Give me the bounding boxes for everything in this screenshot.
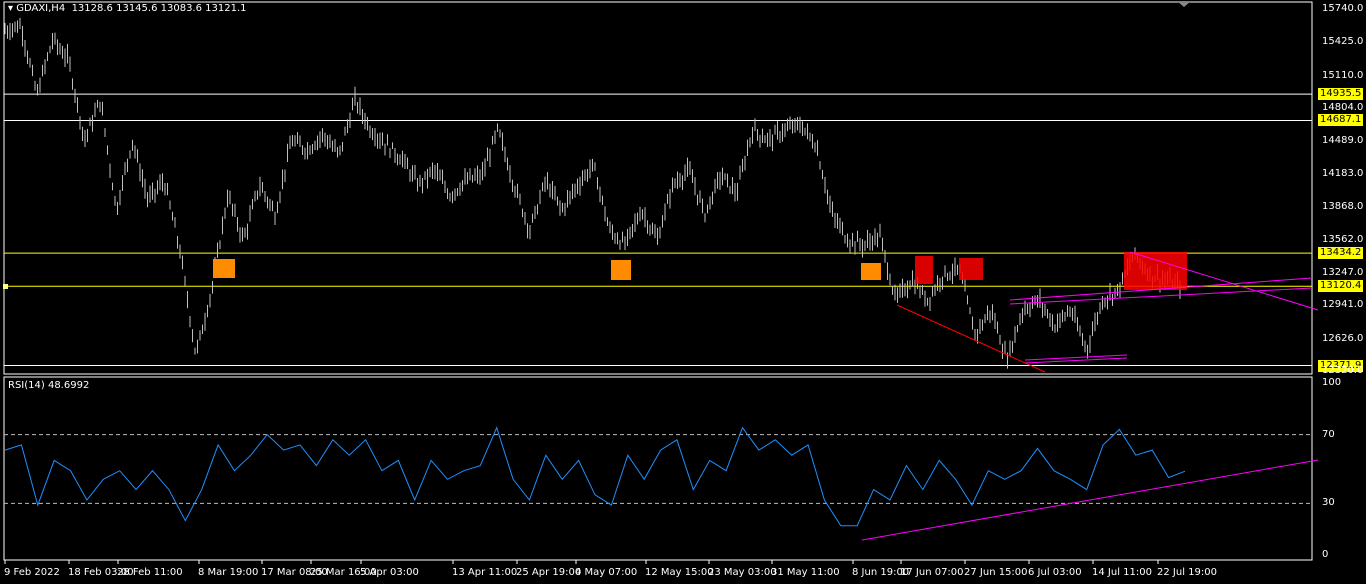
time-axis-tick: 17 Jun 07:00 — [900, 567, 964, 578]
time-axis-tick: 28 Feb 11:00 — [117, 567, 183, 578]
rsi-label: RSI(14) 48.6992 — [8, 380, 90, 391]
magenta-trendline — [1009, 287, 1313, 305]
price-axis-tick: 12626.0 — [1322, 332, 1364, 344]
price-axis-tick: 14183.0 — [1322, 167, 1364, 179]
time-axis-tick: 14 Jul 11:00 — [1092, 567, 1152, 578]
rsi-line — [4, 426, 1186, 527]
price-axis-tick: 13562.0 — [1322, 233, 1364, 245]
time-axis-tick: 27 Jun 15:00 — [964, 567, 1028, 578]
level-price-tag: 14935.5 — [1318, 88, 1364, 101]
price-axis-tick: 12941.0 — [1322, 299, 1364, 311]
time-axis-tick: 6 Jul 03:00 — [1028, 567, 1082, 578]
price-axis-tick: 15425.0 — [1322, 36, 1364, 48]
time-axis-tick: 9 Feb 2022 — [4, 567, 60, 578]
rsi-axis-tick: 70 — [1322, 428, 1335, 440]
rsi-axis-tick: 30 — [1322, 497, 1335, 509]
time-axis-tick: 12 May 15:00 — [645, 567, 714, 578]
orange-marker-rect — [611, 260, 631, 280]
rsi-axis-tick: 100 — [1322, 377, 1342, 388]
time-axis-tick: 31 May 11:00 — [771, 567, 840, 578]
time-axis-tick: 8 Mar 19:00 — [198, 567, 259, 578]
red-zone-rect — [1124, 252, 1187, 290]
time-axis-tick: 4 May 07:00 — [575, 567, 638, 578]
time-axis-tick: 5 Apr 03:00 — [360, 567, 419, 578]
chart-header: ▾ GDAXI,H4 13128.6 13145.6 13083.6 13121… — [8, 3, 247, 14]
rsi-pane-frame — [3, 376, 1313, 561]
price-axis-tick: 14804.0 — [1322, 102, 1364, 114]
red-zone-rect — [915, 256, 933, 284]
dropdown-triangle-icon[interactable]: ▾ — [8, 3, 13, 14]
time-axis-tick: 25 Apr 19:00 — [516, 567, 582, 578]
symbol-label: GDAXI,H4 — [16, 3, 66, 14]
level-price-tag: 14687.1 — [1318, 114, 1364, 127]
price-axis-tick: 15740.0 — [1322, 3, 1364, 14]
time-axis-tick: 23 May 03:00 — [708, 567, 777, 578]
time-axis-tick: 13 Apr 11:00 — [452, 567, 518, 578]
rsi-trendline — [861, 459, 1319, 541]
red-zone-rect — [959, 258, 983, 280]
rsi-axis-tick: 0 — [1322, 549, 1329, 560]
orange-marker-rect — [861, 263, 881, 280]
level-price-tag: 13434.2 — [1318, 247, 1364, 260]
price-axis-tick: 13868.0 — [1322, 201, 1364, 213]
price-axis-tick: 12320.0 — [1322, 365, 1364, 376]
chart-shift-icon — [1178, 2, 1190, 7]
price-chart[interactable] — [0, 0, 1366, 584]
price-axis-tick: 15110.0 — [1322, 69, 1364, 81]
level-price-tag: 13120.4 — [1318, 280, 1364, 293]
ohlc-readout: 13128.6 13145.6 13083.6 13121.1 — [71, 3, 247, 14]
price-axis-tick: 13247.0 — [1322, 266, 1364, 278]
orange-marker-rect — [213, 259, 235, 278]
level-handle — [3, 284, 8, 289]
time-axis-tick: 22 Jul 19:00 — [1157, 567, 1217, 578]
price-axis-tick: 14489.0 — [1322, 135, 1364, 147]
main-pane-frame — [3, 1, 1313, 375]
